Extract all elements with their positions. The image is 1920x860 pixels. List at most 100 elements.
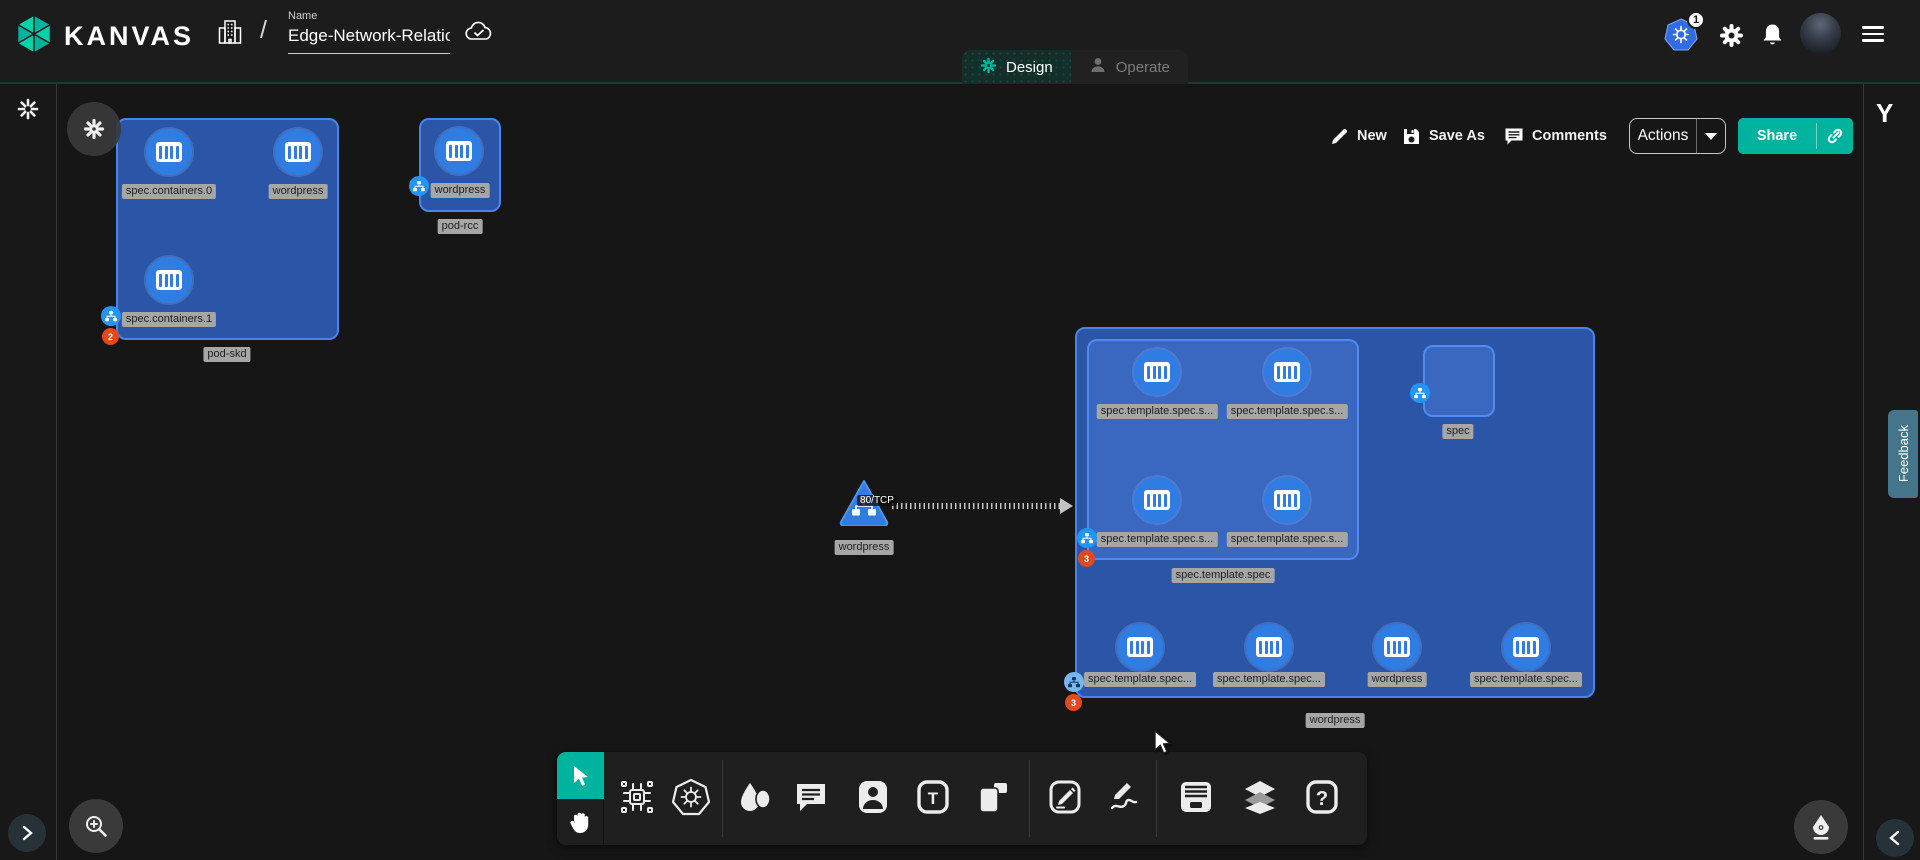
expand-left-panel-button[interactable]: [8, 814, 46, 852]
media-tool-button[interactable]: [851, 775, 895, 819]
copy-link-icon[interactable]: [1817, 126, 1853, 146]
feedback-tab[interactable]: Feedback: [1888, 410, 1918, 498]
layers-tool-button[interactable]: [1238, 775, 1282, 819]
actions-dropdown-button[interactable]: Actions: [1629, 118, 1726, 154]
operate-tab-label: Operate: [1116, 59, 1170, 76]
error-count-badge[interactable]: 3: [1065, 694, 1082, 711]
relationship-badge-icon[interactable]: [1410, 383, 1430, 403]
container-node[interactable]: [146, 129, 192, 175]
new-button[interactable]: New: [1330, 122, 1387, 150]
cursor-arrow-icon: [570, 764, 592, 788]
hand-icon: [569, 809, 593, 835]
node-label: wordpress: [269, 184, 328, 199]
container-node[interactable]: [1503, 624, 1549, 670]
tab-design[interactable]: Design: [962, 50, 1071, 84]
design-tab-label: Design: [1006, 59, 1053, 76]
relationship-badge-icon[interactable]: [1077, 528, 1097, 548]
hamburger-menu-icon[interactable]: [1862, 26, 1884, 46]
help-tool-button[interactable]: ?: [1300, 775, 1344, 819]
container-icon: [156, 270, 182, 290]
pan-tool-button[interactable]: [557, 799, 604, 845]
left-sidebar-rail: [0, 84, 57, 860]
scan-badge-icon[interactable]: [1064, 672, 1084, 692]
node-label: spec.containers.1: [122, 312, 216, 327]
node-label: spec.template.spec.s...: [1227, 404, 1348, 419]
text-tool-button[interactable]: T: [911, 775, 955, 819]
select-tool-button[interactable]: [557, 752, 604, 799]
comments-button[interactable]: Comments: [1504, 122, 1607, 150]
container-icon: [446, 141, 472, 161]
container-icon: [1384, 637, 1410, 657]
meshery-spinner-icon[interactable]: [15, 96, 41, 127]
node-label: spec.template.spec...: [1084, 672, 1196, 687]
group-spec-template-spec[interactable]: [1087, 339, 1359, 560]
comment-tool-button[interactable]: [789, 775, 833, 819]
container-node[interactable]: [1117, 624, 1163, 670]
node-config-gear-button[interactable]: [67, 102, 121, 156]
feedback-label: Feedback: [1896, 425, 1911, 482]
notifications-bell-icon[interactable]: [1760, 22, 1785, 53]
node-label: wordpress: [835, 540, 894, 555]
svg-text:?: ?: [1316, 788, 1328, 810]
chevron-down-icon[interactable]: [1705, 133, 1717, 140]
relationship-badge-icon[interactable]: [101, 306, 121, 326]
node-label: spec.template.spec...: [1470, 672, 1582, 687]
actions-divider: [1696, 119, 1697, 153]
share-button[interactable]: Share: [1738, 118, 1853, 154]
kanvas-logo-icon: [14, 14, 54, 59]
user-avatar[interactable]: [1800, 13, 1841, 54]
organization-icon[interactable]: [216, 18, 244, 51]
container-node[interactable]: [1374, 624, 1420, 670]
error-count-badge[interactable]: 3: [1078, 550, 1095, 567]
group-spec[interactable]: [1423, 345, 1495, 417]
container-icon: [1274, 490, 1300, 510]
container-node[interactable]: [275, 129, 321, 175]
container-node[interactable]: [1134, 477, 1180, 523]
container-icon: [1144, 362, 1170, 382]
edge-port-label: 80/TCP: [857, 495, 897, 506]
container-icon: [1144, 490, 1170, 510]
shapes-tool-button[interactable]: [733, 775, 777, 819]
layer5-y-icon[interactable]: Y: [1876, 98, 1893, 129]
settings-gear-icon[interactable]: [1718, 22, 1745, 54]
breadcrumb-separator: /: [260, 16, 267, 45]
svg-text:T: T: [928, 789, 939, 808]
cloud-saved-icon: [464, 20, 494, 49]
new-label: New: [1357, 128, 1387, 144]
archive-drawer-tool-button[interactable]: [1174, 775, 1218, 819]
pen-tool-button[interactable]: [1794, 800, 1848, 854]
tab-operate[interactable]: Operate: [1071, 50, 1188, 84]
edit-tool-button[interactable]: [1043, 775, 1087, 819]
container-node[interactable]: [1246, 624, 1292, 670]
node-label: spec.template.spec.s...: [1097, 404, 1218, 419]
toolbar-divider: [722, 760, 723, 837]
error-count-badge[interactable]: 2: [102, 328, 119, 345]
pencil-icon: [1330, 127, 1349, 146]
service-edge[interactable]: [892, 503, 1064, 509]
container-icon: [285, 142, 311, 162]
zoom-button[interactable]: [69, 799, 123, 853]
container-icon: [1513, 637, 1539, 657]
toolbar-divider: [1156, 760, 1157, 837]
expand-right-panel-button[interactable]: [1876, 819, 1914, 857]
design-name-input[interactable]: Edge-Network-Relatio: [288, 26, 450, 54]
freehand-draw-tool-button[interactable]: [1102, 775, 1146, 819]
kubernetes-tool-button[interactable]: [669, 775, 713, 819]
toolbar-divider: [1029, 760, 1030, 837]
group-label: pod-skd: [203, 347, 250, 362]
design-name-label: Name: [288, 10, 317, 22]
comment-icon: [1504, 127, 1524, 146]
container-node[interactable]: [436, 128, 482, 174]
container-icon: [156, 142, 182, 162]
relationship-badge-icon[interactable]: [409, 176, 429, 196]
container-node[interactable]: [1134, 349, 1180, 395]
container-node[interactable]: [1264, 477, 1310, 523]
save-as-button[interactable]: Save As: [1402, 122, 1485, 150]
components-shapes-tool-button[interactable]: [615, 775, 659, 819]
group-label: spec.template.spec: [1172, 568, 1275, 583]
node-label: spec.template.spec...: [1213, 672, 1325, 687]
container-node[interactable]: [146, 257, 192, 303]
shape-note-tool-button[interactable]: [971, 775, 1015, 819]
container-node[interactable]: [1264, 349, 1310, 395]
node-label: spec.template.spec.s...: [1097, 532, 1218, 547]
